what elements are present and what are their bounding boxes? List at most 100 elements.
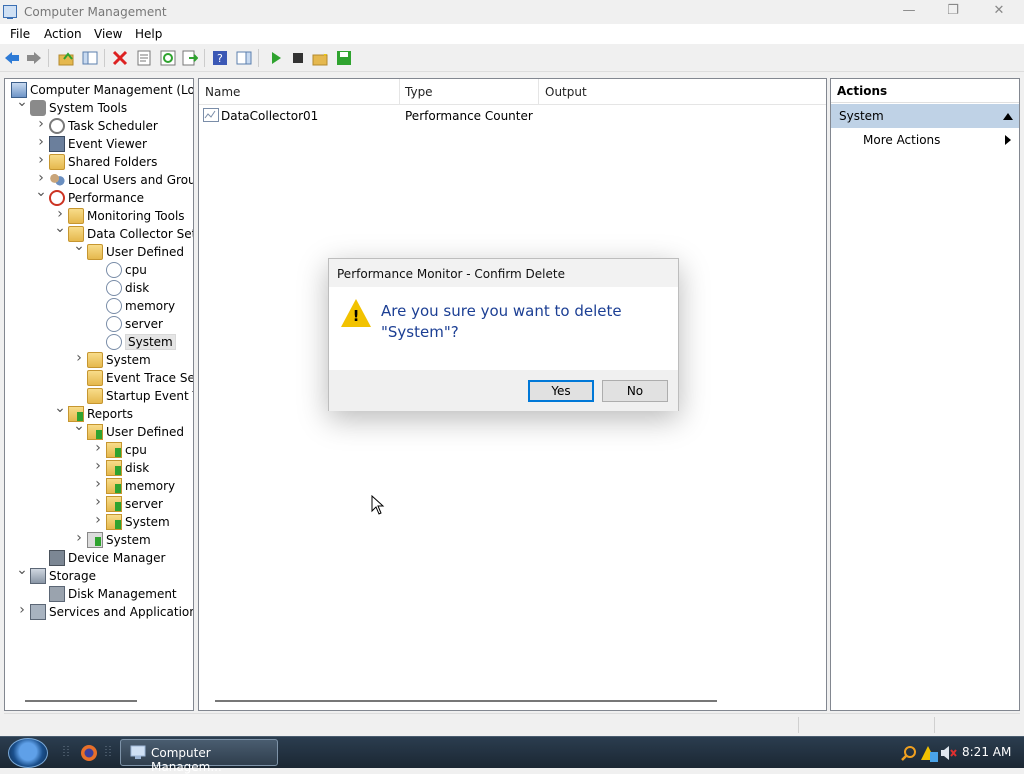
- tree-item[interactable]: memory: [5, 297, 193, 315]
- expand-chevron-icon[interactable]: ›: [35, 117, 47, 131]
- export-icon[interactable]: [182, 50, 198, 66]
- more-actions-item[interactable]: More Actions: [863, 133, 940, 147]
- tree-item[interactable]: ⌄ User Defined: [5, 419, 193, 441]
- close-button[interactable]: ✕: [976, 0, 1022, 24]
- column-output[interactable]: Output: [545, 85, 587, 99]
- expand-chevron-icon[interactable]: ›: [92, 495, 104, 509]
- tree-item[interactable]: › Shared Folders: [5, 153, 193, 171]
- tree-item[interactable]: › Services and Applications: [5, 603, 194, 621]
- reports-icon: [106, 442, 122, 458]
- collapse-chevron-icon[interactable]: ⌄: [16, 95, 28, 109]
- tree-item[interactable]: System: [5, 333, 193, 351]
- tree-item[interactable]: ⌄ System Tools: [5, 95, 193, 117]
- delete-icon[interactable]: [112, 50, 128, 66]
- properties-icon[interactable]: [136, 50, 152, 66]
- expand-chevron-icon[interactable]: ›: [92, 459, 104, 473]
- expand-chevron-icon[interactable]: ›: [92, 477, 104, 491]
- yes-button[interactable]: Yes: [528, 380, 594, 402]
- collapse-chevron-icon[interactable]: ⌄: [73, 419, 85, 433]
- tree-horizontal-scrollbar[interactable]: [25, 700, 137, 702]
- expand-chevron-icon[interactable]: ›: [35, 153, 47, 167]
- stop-icon[interactable]: [290, 50, 306, 66]
- start-button[interactable]: [8, 738, 48, 768]
- list-horizontal-scrollbar[interactable]: [215, 700, 717, 702]
- show-hide-tree-icon[interactable]: [82, 50, 98, 66]
- event-viewer-icon: [49, 136, 65, 152]
- firefox-icon[interactable]: [80, 744, 98, 762]
- computer-management-icon: [130, 745, 146, 759]
- tree-item[interactable]: › Task Scheduler: [5, 117, 193, 135]
- taskbar-clock[interactable]: 8:21 AM: [962, 745, 1011, 759]
- refresh-icon[interactable]: [160, 50, 176, 66]
- column-type[interactable]: Type: [405, 85, 433, 99]
- tree-item-label: Services and Applications: [49, 605, 194, 619]
- tree-item[interactable]: › server: [5, 495, 193, 513]
- collapse-chevron-icon[interactable]: ⌄: [54, 401, 66, 415]
- tree-item[interactable]: › disk: [5, 459, 193, 477]
- expand-chevron-icon[interactable]: ›: [73, 351, 85, 365]
- tree-item[interactable]: › System: [5, 531, 193, 549]
- list-header: Name Type Output: [199, 79, 826, 105]
- expand-chevron-icon[interactable]: ›: [35, 171, 47, 185]
- help-icon[interactable]: ?: [212, 50, 228, 66]
- tree-item[interactable]: cpu: [5, 261, 193, 279]
- navigation-tree[interactable]: Computer Management (Local ⌄ System Tools ›…: [4, 78, 194, 711]
- volume-muted-icon[interactable]: [940, 745, 958, 761]
- no-button[interactable]: No: [602, 380, 668, 402]
- tree-item[interactable]: › cpu: [5, 441, 193, 459]
- tree-item[interactable]: › memory: [5, 477, 193, 495]
- expand-chevron-icon[interactable]: ›: [54, 207, 66, 221]
- menu-action[interactable]: Action: [44, 27, 82, 41]
- tree-item[interactable]: ⌄ Storage: [5, 563, 193, 585]
- collapse-chevron-icon[interactable]: ⌄: [35, 185, 47, 199]
- tree-item[interactable]: › System: [5, 351, 193, 369]
- confirm-delete-dialog: Performance Monitor - Confirm Delete ! A…: [328, 258, 679, 411]
- tree-item[interactable]: ⌄ Data Collector Sets: [5, 221, 193, 243]
- expand-chevron-icon[interactable]: ›: [16, 603, 28, 617]
- collapse-chevron-icon[interactable]: ⌄: [16, 563, 28, 577]
- minimize-button[interactable]: —: [886, 0, 932, 24]
- tree-item[interactable]: › Local Users and Groups: [5, 171, 193, 189]
- tree-item-label: server: [125, 317, 163, 331]
- tree-item[interactable]: › Event Viewer: [5, 135, 193, 153]
- menu-file[interactable]: File: [10, 27, 30, 41]
- expand-chevron-icon[interactable]: ›: [92, 513, 104, 527]
- search-tray-icon[interactable]: [901, 745, 917, 761]
- menu-help[interactable]: Help: [135, 27, 162, 41]
- tree-item-label: Event Viewer: [68, 137, 147, 151]
- tree-item[interactable]: Event Trace Sess: [5, 369, 193, 387]
- tree-item[interactable]: ⌄ User Defined: [5, 239, 193, 261]
- tree-item[interactable]: server: [5, 315, 193, 333]
- save-icon[interactable]: [336, 50, 352, 66]
- tree-item[interactable]: › System: [5, 513, 193, 531]
- menu-view[interactable]: View: [94, 27, 122, 41]
- expand-chevron-icon[interactable]: ›: [92, 441, 104, 455]
- network-tray-icon[interactable]: [930, 750, 938, 762]
- tree-item[interactable]: Device Manager: [5, 549, 193, 567]
- tree-item[interactable]: › Monitoring Tools: [5, 207, 193, 225]
- taskbar-computer-management-button[interactable]: Computer Managem...: [120, 739, 278, 774]
- actions-section-system[interactable]: System: [831, 104, 1019, 128]
- tree-item[interactable]: disk: [5, 279, 193, 297]
- tree-item[interactable]: Computer Management (Local: [5, 81, 193, 99]
- collapse-chevron-icon[interactable]: ⌄: [73, 239, 85, 253]
- tree-item-label: Monitoring Tools: [87, 209, 185, 223]
- up-icon[interactable]: [58, 50, 74, 66]
- expand-chevron-icon[interactable]: ›: [73, 531, 85, 545]
- tree-item[interactable]: ⌄ Performance: [5, 185, 193, 207]
- show-hide-pane-icon[interactable]: [236, 50, 252, 66]
- new-icon[interactable]: [312, 50, 328, 66]
- forward-icon[interactable]: [26, 50, 42, 66]
- tree-item[interactable]: ⌄ Reports: [5, 401, 193, 423]
- tree-item[interactable]: Startup Event Tra: [5, 387, 193, 405]
- tree-item-label: disk: [125, 461, 150, 475]
- start-icon[interactable]: [268, 50, 284, 66]
- back-icon[interactable]: [4, 50, 20, 66]
- tree-item-label: System: [125, 515, 170, 529]
- collapse-chevron-icon[interactable]: ⌄: [54, 221, 66, 235]
- restore-button[interactable]: ❐: [930, 0, 976, 24]
- collapse-up-icon[interactable]: [1003, 113, 1013, 120]
- expand-chevron-icon[interactable]: ›: [35, 135, 47, 149]
- column-name[interactable]: Name: [205, 85, 240, 99]
- tree-item[interactable]: Disk Management: [5, 585, 193, 603]
